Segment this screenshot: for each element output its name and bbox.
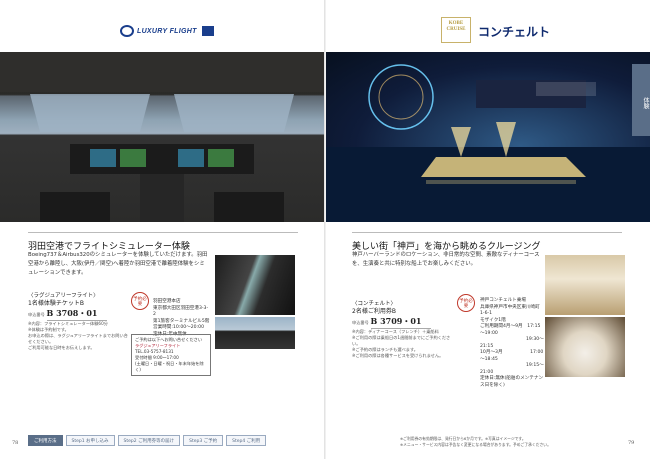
- luxury-flight-logo: LUXURY FLIGHT: [120, 24, 214, 38]
- left-ticket-notes: ※内容：フライトシミュレーター体験60分 ※体験は予約制です。 お申込の際は、ラ…: [28, 321, 128, 350]
- left-ticket-code-label: 申込番号: [28, 312, 45, 317]
- step-4[interactable]: Step4 ご利用: [226, 435, 267, 446]
- simulator-photo-1: [215, 255, 295, 315]
- left-ticket-company: 〈ラグジュアリーフライト〉: [28, 293, 99, 299]
- right-ticket-title: 2名様ご利用券B: [352, 308, 396, 315]
- right-footnote: ※ご利用券の有効期限は、発行日から6か月です。※写真はイメージです。 ※メニュー…: [400, 436, 551, 447]
- right-address: 神戸コンチェルト乗場 兵庫県神戸市中央区東川崎町1-6-1 モザイク1階 ご利用…: [480, 298, 544, 388]
- left-heading: 羽田空港でフライトシミュレーター体験: [28, 232, 298, 252]
- kobe-cruise-emblem: KOBE CRUISE: [441, 17, 471, 43]
- right-page-number: 79: [628, 440, 635, 446]
- notice-exceptions: (土曜日・日曜・祝日・年末年始を除く): [135, 361, 204, 372]
- airplane-emblem-icon: [120, 25, 134, 37]
- right-reservation-badge: 予約必要: [457, 294, 475, 312]
- right-ticket-code-label: 申込番号: [352, 320, 369, 325]
- left-page-number: 78: [12, 440, 19, 446]
- cockpit-photo: [0, 52, 324, 222]
- left-body-text: Boeing737＆Airbus320のシミュレーターを体験していただけます。羽…: [28, 252, 208, 276]
- left-address: 羽田空港本店 東京都大田区羽田空港3-3-2 第1旅客ターミナルビル5階 営業時…: [153, 299, 210, 337]
- step-usage[interactable]: ご利用方法: [28, 435, 63, 446]
- flag-icon: [201, 26, 214, 36]
- harbor-illustration: [326, 64, 650, 222]
- left-ticket-block: 〈ラグジュアリーフライト〉 1名様体験チケットB 申込番号 B 3708・01 …: [28, 292, 128, 351]
- dining-room-photo: [545, 255, 625, 315]
- right-heading: 美しい街「神戸」を海から眺めるクルージング: [352, 232, 622, 252]
- dish-photo: [545, 317, 625, 377]
- right-ticket-notes: ※内容：ディナーコース（フレンチ）＋乗船料 ※ご利用の際は乗船日の1週間前までに…: [352, 329, 451, 358]
- concerto-logo: コンチェルト: [478, 25, 551, 39]
- category-side-tab: 体験: [632, 64, 650, 136]
- left-reservation-badge: 予約必要: [131, 292, 149, 310]
- step-3[interactable]: Step3 ご予約: [183, 435, 224, 446]
- right-ticket-block: 〈コンチェルト〉 2名様ご利用券B 申込番号 B 3709・01 ※内容：ディナ…: [352, 300, 452, 359]
- right-body-text: 神戸ハーバーランドのロケーション、非日常的な空間、素敵なディナーコースを、生演奏…: [352, 252, 540, 267]
- catalog-spread: LUXURY FLIGHT 羽田空港でフライトシミュレーター体験 Boeing7…: [0, 0, 650, 459]
- right-ticket-company: 〈コンチェルト〉: [352, 301, 397, 307]
- step-2[interactable]: Step2 ご利用券等の届け: [117, 435, 181, 446]
- left-ticket-code: B 3708・01: [46, 308, 108, 321]
- right-ticket-code: B 3709・01: [370, 316, 432, 329]
- harbor-night-photo: [326, 52, 650, 222]
- step-1[interactable]: Step1 お申し込み: [65, 435, 115, 446]
- steps-navigation: ご利用方法 Step1 お申し込み Step2 ご利用券等の届け Step3 ご…: [28, 435, 267, 446]
- left-reservation-notice: ご予約は以下へお問い合せください ラグジュアリーフライト TEL.03-5757…: [131, 334, 211, 376]
- left-ticket-title: 1名様体験チケットB: [28, 300, 84, 307]
- cockpit-illustration: [0, 52, 324, 222]
- luxury-flight-logo-text: LUXURY FLIGHT: [137, 27, 197, 35]
- simulator-photo-2: [215, 317, 295, 349]
